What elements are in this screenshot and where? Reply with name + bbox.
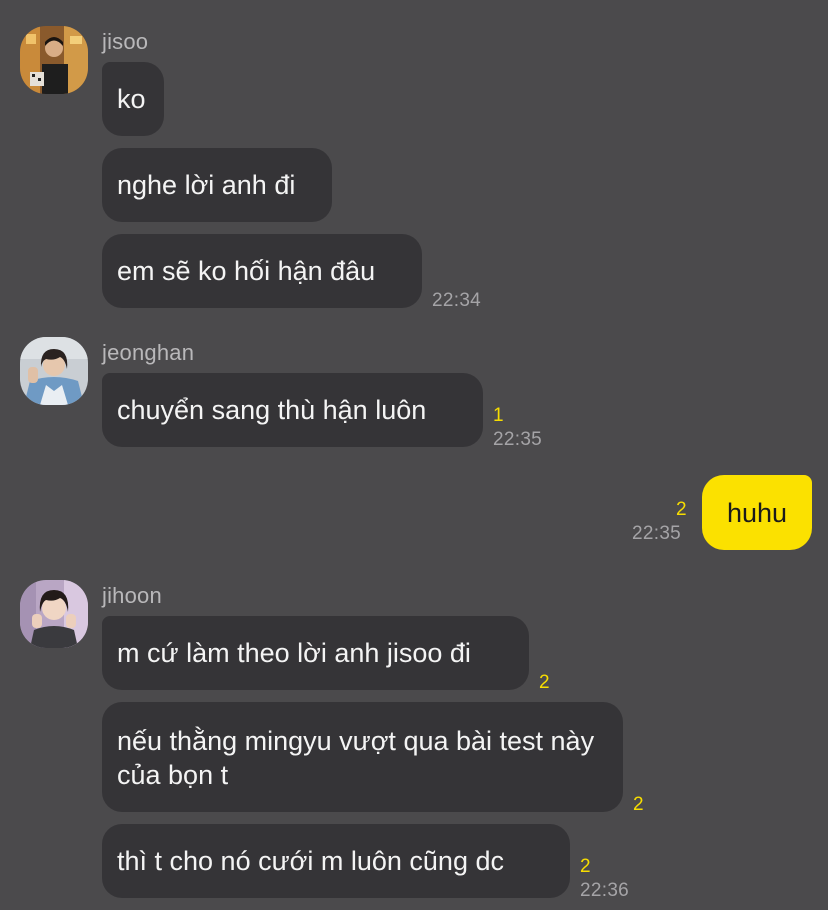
unread-count: 2 (539, 672, 550, 693)
sender-name-jeonghan: jeonghan (102, 340, 195, 365)
message-bubble[interactable]: nghe lời anh đi (102, 148, 332, 222)
avatar-jisoo-image (20, 26, 88, 94)
message-timestamp: 22:34 (432, 290, 482, 311)
message-text: nếu thằng mingyu vượt qua bài test này c… (117, 726, 595, 790)
message-bubble[interactable]: ko (102, 62, 164, 136)
message-bubble[interactable]: em sẽ ko hối hận đâu (102, 234, 422, 308)
message-bubble[interactable]: m cứ làm theo lời anh jisoo đi (102, 616, 529, 690)
avatar-jisoo[interactable] (20, 26, 88, 94)
message-text: m cứ làm theo lời anh jisoo đi (117, 638, 471, 668)
unread-count: 1 (493, 405, 504, 426)
message-bubble[interactable]: chuyển sang thù hận luôn (102, 373, 483, 447)
message-text: nghe lời anh đi (117, 170, 296, 200)
my-message-bubble[interactable]: huhu (702, 475, 812, 550)
message-bubble[interactable]: nếu thằng mingyu vượt qua bài test này c… (102, 702, 623, 812)
sender-name-jihoon: jihoon (102, 583, 162, 608)
message-text: chuyển sang thù hận luôn (117, 395, 427, 425)
message-text: em sẽ ko hối hận đâu (117, 256, 376, 286)
chat-room[interactable]: jisoo ko nghe lời anh đi em sẽ ko hối hậ… (0, 0, 828, 910)
message-timestamp: 22:35 (632, 523, 682, 544)
message-text: thì t cho nó cưới m luôn cũng dc (117, 846, 504, 876)
sender-name-jisoo: jisoo (102, 29, 149, 54)
message-text: huhu (726, 497, 788, 528)
message-bubble[interactable]: thì t cho nó cưới m luôn cũng dc (102, 824, 570, 898)
avatar-jihoon[interactable] (20, 580, 88, 648)
unread-count: 2 (633, 794, 644, 815)
message-timestamp: 22:36 (580, 880, 630, 901)
unread-count: 2 (580, 856, 591, 877)
avatar-jeonghan-image (20, 337, 88, 405)
unread-count: 2 (676, 499, 687, 520)
message-text: ko (117, 84, 146, 114)
message-timestamp: 22:35 (493, 429, 543, 450)
avatar-jihoon-image (20, 580, 88, 648)
avatar-jeonghan[interactable] (20, 337, 88, 405)
